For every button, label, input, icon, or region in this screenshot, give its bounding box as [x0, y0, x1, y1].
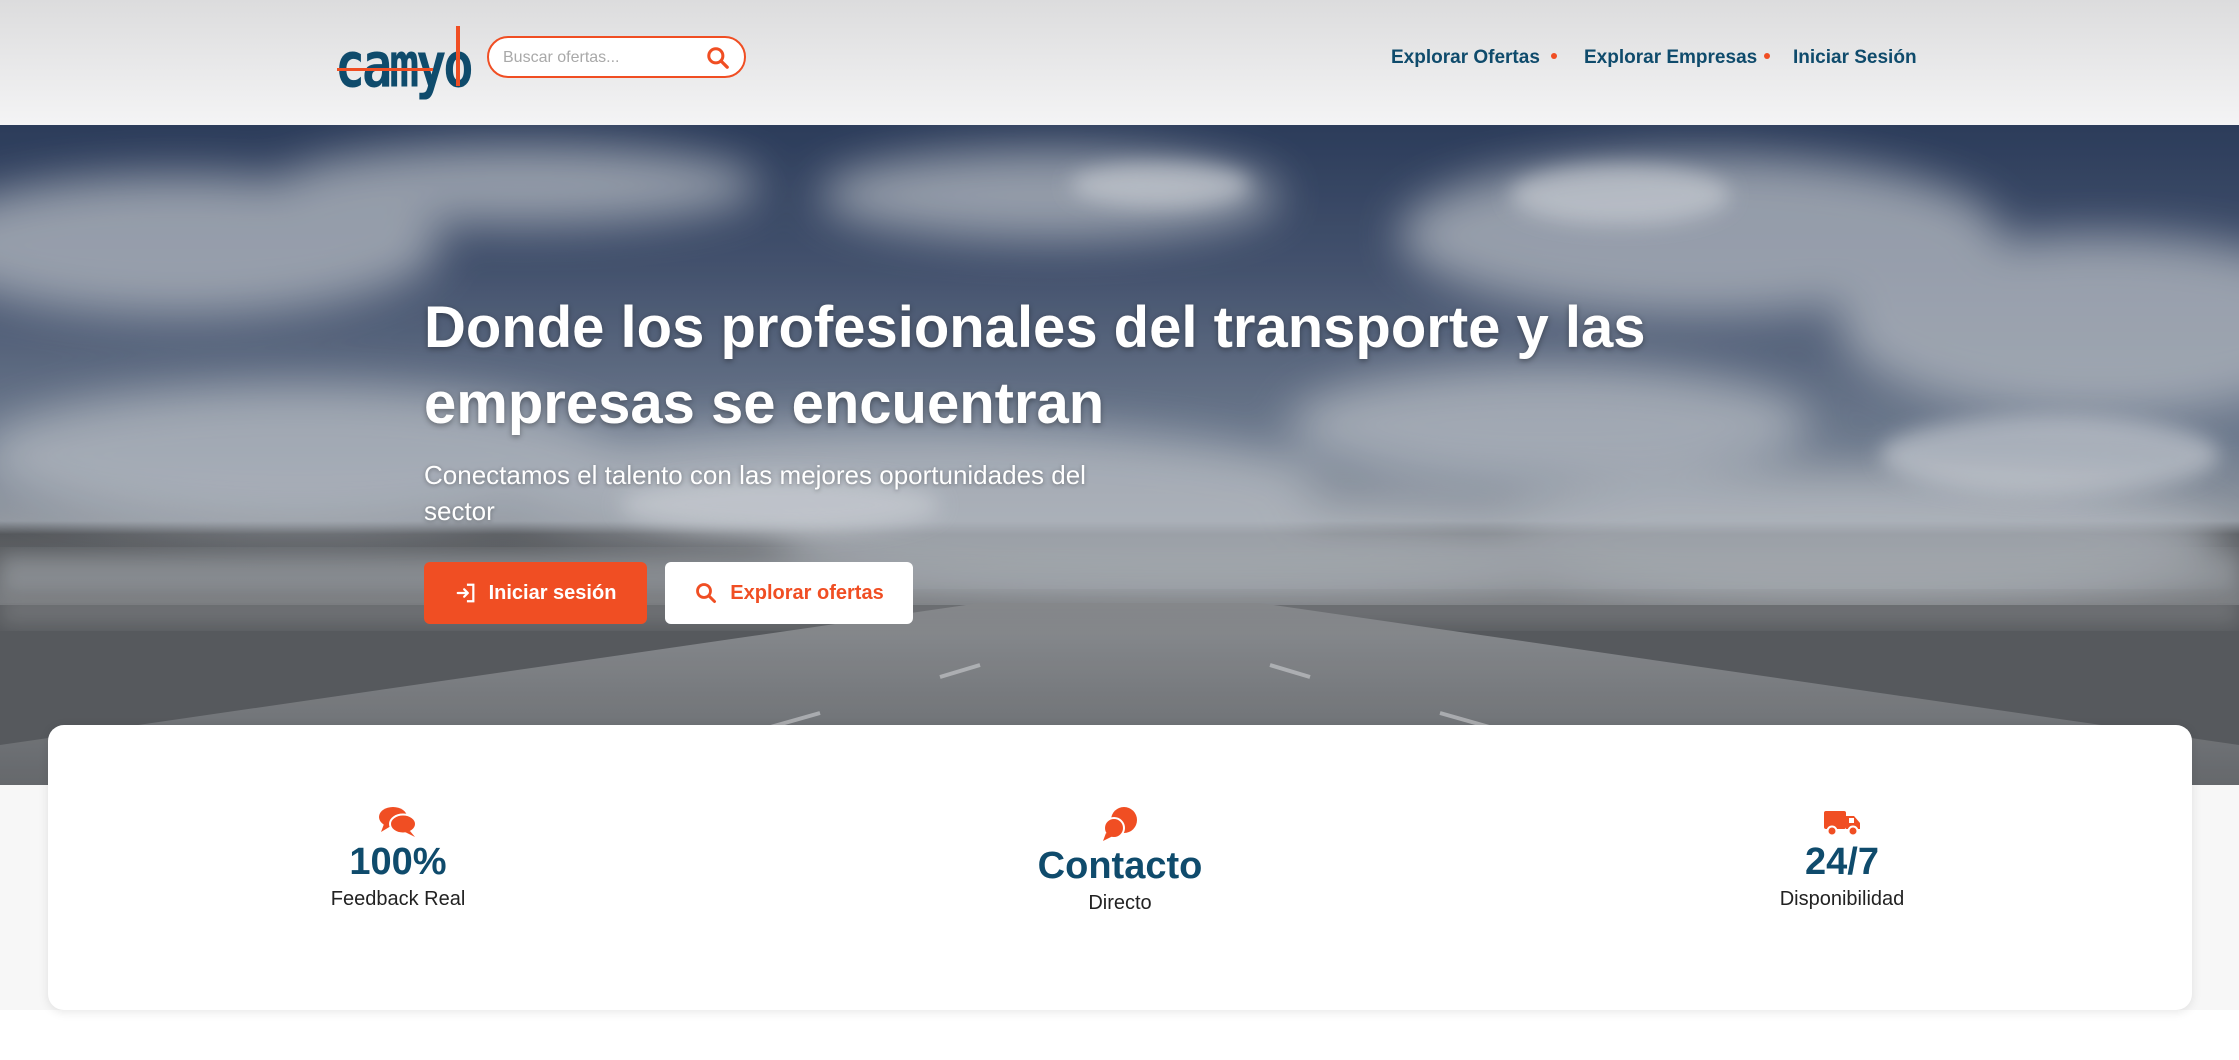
- nav-explorar-ofertas[interactable]: Explorar Ofertas: [1391, 44, 1540, 72]
- nav-separator-dot: [1551, 53, 1557, 59]
- login-button-label: Iniciar sesión: [488, 581, 617, 604]
- truck-icon: [1824, 811, 1860, 837]
- stat-value: 24/7: [1805, 841, 1879, 883]
- hero-subtitle: Conectamos el talento con las mejores op…: [424, 460, 1086, 526]
- search-icon[interactable]: [705, 45, 731, 71]
- stat-value: 100%: [349, 841, 447, 883]
- hero-background-image: [0, 125, 2239, 785]
- stats-card: 100% Feedback Real Contacto Directo 24/7…: [48, 725, 2192, 1010]
- search-icon: [696, 583, 717, 603]
- search-box: [487, 36, 746, 78]
- stat-value: Contacto: [1037, 845, 1203, 887]
- chat-bubbles-icon: [1103, 807, 1137, 841]
- comments-icon: [379, 807, 417, 837]
- logo-text: camyo: [335, 28, 474, 102]
- stat-label: Disponibilidad: [1779, 888, 1905, 910]
- stat-contacto: Contacto Directo: [920, 805, 1320, 917]
- stat-disponibilidad: 24/7 Disponibilidad: [1642, 805, 2042, 913]
- login-button[interactable]: Iniciar sesión: [424, 562, 647, 624]
- explore-offers-button[interactable]: Explorar ofertas: [665, 562, 913, 624]
- stat-label: Directo: [1088, 892, 1152, 914]
- nav-explorar-empresas[interactable]: Explorar Empresas: [1584, 44, 1757, 72]
- hero-title: Donde los profesionales del transporte y…: [424, 295, 1646, 436]
- explore-offers-button-label: Explorar ofertas: [730, 581, 884, 604]
- camyo-logo[interactable]: camyo: [335, 30, 474, 100]
- stat-label: Feedback Real: [330, 888, 466, 910]
- sign-in-icon: [456, 583, 475, 603]
- nav-iniciar-sesion[interactable]: Iniciar Sesión: [1793, 44, 1917, 72]
- stat-feedback: 100% Feedback Real: [198, 805, 598, 913]
- site-header: camyo Explorar Ofertas Explorar Empresas…: [0, 0, 2239, 125]
- search-input[interactable]: [503, 45, 698, 71]
- header-divider: [456, 26, 460, 86]
- logo-strike: [337, 68, 433, 71]
- nav-separator-dot: [1764, 53, 1770, 59]
- hero-section: Donde los profesionales del transporte y…: [0, 125, 2239, 785]
